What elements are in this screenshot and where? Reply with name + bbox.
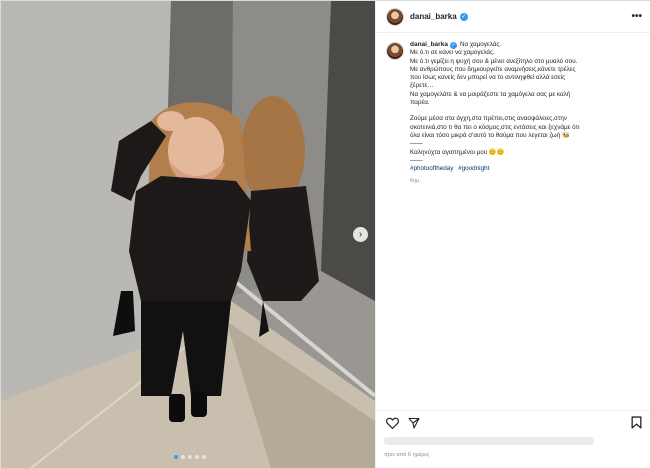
carousel-dot <box>181 455 185 459</box>
hashtag-link[interactable]: #photooftheday <box>410 165 453 172</box>
carousel-dot <box>188 455 192 459</box>
carousel-dot <box>174 455 178 459</box>
post-header: danai_barka ✓ ••• <box>376 1 650 33</box>
next-photo-button[interactable]: › <box>353 227 368 242</box>
heart-icon <box>385 417 399 429</box>
like-button[interactable] <box>384 415 400 431</box>
verified-badge-icon: ✓ <box>459 12 468 21</box>
caption-avatar[interactable] <box>386 42 404 60</box>
caption-line: ξέρετε… <box>410 82 434 90</box>
post-date: πριν από 6 ημέρες <box>384 452 430 458</box>
caption-separator: —— <box>410 140 423 148</box>
caption-line: Ζούμε μέσα στα άγχη,στα πρέπει,στις ανασ… <box>410 115 567 123</box>
caption-line: Με ό.τι σε κάνει να χαμογελάς. <box>410 49 495 57</box>
caption-line: που ίσως κανείς δεν μπορεί να το αντιληφ… <box>410 74 566 82</box>
caption-line: Με ανθρώπους που δημιουργείτε αναμνήσεις… <box>410 65 576 73</box>
post-modal: › danai_barka ✓ ••• danai_barka ✓ Να χαμ… <box>0 0 650 468</box>
post-photo[interactable]: › <box>1 1 375 468</box>
hashtag-list: #photooftheday #goodnight <box>410 165 642 173</box>
caption-line: σκοτεινιά,στο τι θα πει ο κόσμος,στις εν… <box>410 123 580 131</box>
carousel-dot <box>202 455 206 459</box>
caption-goodnight: Καληνύχτα αγαπημένοι μου 😊😊 <box>410 148 505 156</box>
share-button[interactable] <box>406 415 422 431</box>
post-side-panel: danai_barka ✓ ••• danai_barka ✓ Να χαμογ… <box>375 1 650 468</box>
likes-summary-blurred <box>384 437 594 445</box>
caption-line: όλα είναι τόσο μικρά σ'αυτό το θαύμα που… <box>410 131 570 139</box>
caption-line: Με ό.τι γεμίζει η ψυχή σου & μένει ανεξί… <box>410 57 578 65</box>
carousel-indicator <box>174 455 206 459</box>
bookmark-icon <box>631 416 641 429</box>
action-bar <box>376 410 650 434</box>
hashtag-link[interactable]: #goodnight <box>458 165 489 172</box>
avatar[interactable] <box>386 7 404 26</box>
paper-plane-icon <box>408 417 420 429</box>
caption-time-ago: 6ημ. <box>410 178 421 185</box>
caption-separator: —— <box>410 156 423 164</box>
username-link[interactable]: danai_barka <box>410 12 457 21</box>
save-button[interactable] <box>628 415 644 431</box>
verified-badge-icon: ✓ <box>449 41 457 49</box>
caption-line: Να χαμογελάτε & να μοιράζεστε τα χαμόγελ… <box>410 90 571 98</box>
post-caption: danai_barka ✓ Να χαμογελάς. Με ό.τι σε κ… <box>386 41 646 186</box>
carousel-dot <box>195 455 199 459</box>
caption-line: παρέα. <box>410 99 430 107</box>
more-options-icon[interactable]: ••• <box>631 11 642 22</box>
photo-illustration <box>1 1 375 468</box>
